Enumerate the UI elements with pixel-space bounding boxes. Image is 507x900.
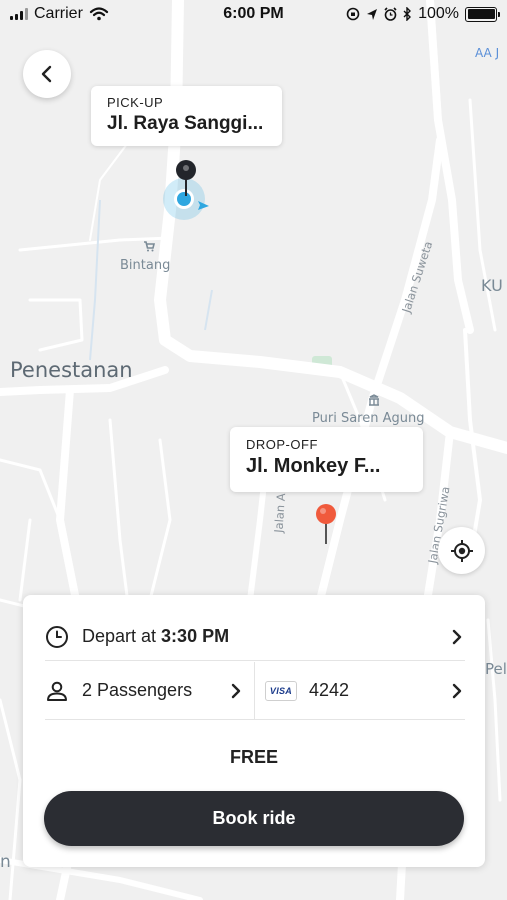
depart-time-row[interactable]: Depart at 3:30 PM <box>45 613 465 661</box>
dropoff-pin-icon <box>316 504 336 544</box>
pickup-label: PICK-UP <box>107 95 164 110</box>
visa-card-icon: VISA <box>265 680 297 701</box>
battery-percent: 100% <box>418 5 459 22</box>
pickup-pin-icon <box>176 160 196 196</box>
ride-price: FREE <box>229 747 278 767</box>
book-ride-button[interactable]: Book ride <box>44 791 464 846</box>
battery-icon <box>465 6 500 22</box>
depart-time: 3:30 PM <box>161 626 230 646</box>
shop-icon <box>144 241 155 252</box>
map-label-jalan-a: Jalan A <box>271 492 289 534</box>
map-label-penestanan: Penestanan <box>10 358 133 382</box>
dropoff-card[interactable]: DROP-OFF Jl. Monkey F... <box>230 427 423 492</box>
alarm-icon <box>384 7 397 21</box>
map-label-n: n <box>0 852 11 872</box>
passengers-payment-row: 2 Passengers VISA 4242 <box>45 662 465 720</box>
clock-icon <box>46 625 68 648</box>
payment-method-selector[interactable]: VISA 4242 <box>255 662 465 719</box>
depart-text: Depart at 3:30 PM <box>82 626 229 647</box>
passengers-selector[interactable]: 2 Passengers <box>45 662 255 719</box>
map-label-ku: KU <box>481 276 503 295</box>
rotation-lock-icon <box>346 7 360 21</box>
map-label-bintang: Bintang <box>120 258 171 273</box>
locate-me-button[interactable] <box>438 527 485 574</box>
chevron-right-icon <box>452 683 462 698</box>
bluetooth-icon <box>403 7 412 21</box>
map-label-pel: Pel <box>485 660 507 678</box>
map-label-puri-saren: Puri Saren Agung <box>312 411 425 426</box>
map-label-aa-j: AA J <box>475 46 500 60</box>
dropoff-address: Jl. Monkey F... <box>246 455 381 477</box>
pickup-address: Jl. Raya Sanggi... <box>107 113 264 134</box>
location-arrow-icon <box>367 8 378 20</box>
temple-icon <box>369 394 379 406</box>
chevron-right-icon <box>452 629 462 644</box>
status-bar: Carrier 6:00 PM 100% <box>0 0 507 30</box>
passengers-text: 2 Passengers <box>82 680 193 700</box>
person-icon <box>47 681 67 701</box>
depart-prefix: Depart at <box>82 626 162 646</box>
dropoff-label: DROP-OFF <box>246 437 318 452</box>
chevron-right-icon <box>231 683 241 698</box>
booking-panel: Depart at 3:30 PM 2 Passengers VISA 4242 <box>23 595 485 867</box>
pickup-card[interactable]: PICK-UP Jl. Raya Sanggi... <box>91 86 282 146</box>
back-button[interactable] <box>23 50 71 98</box>
card-last4: 4242 <box>309 680 350 700</box>
crosshair-icon <box>450 539 473 562</box>
chevron-left-icon <box>41 65 52 83</box>
